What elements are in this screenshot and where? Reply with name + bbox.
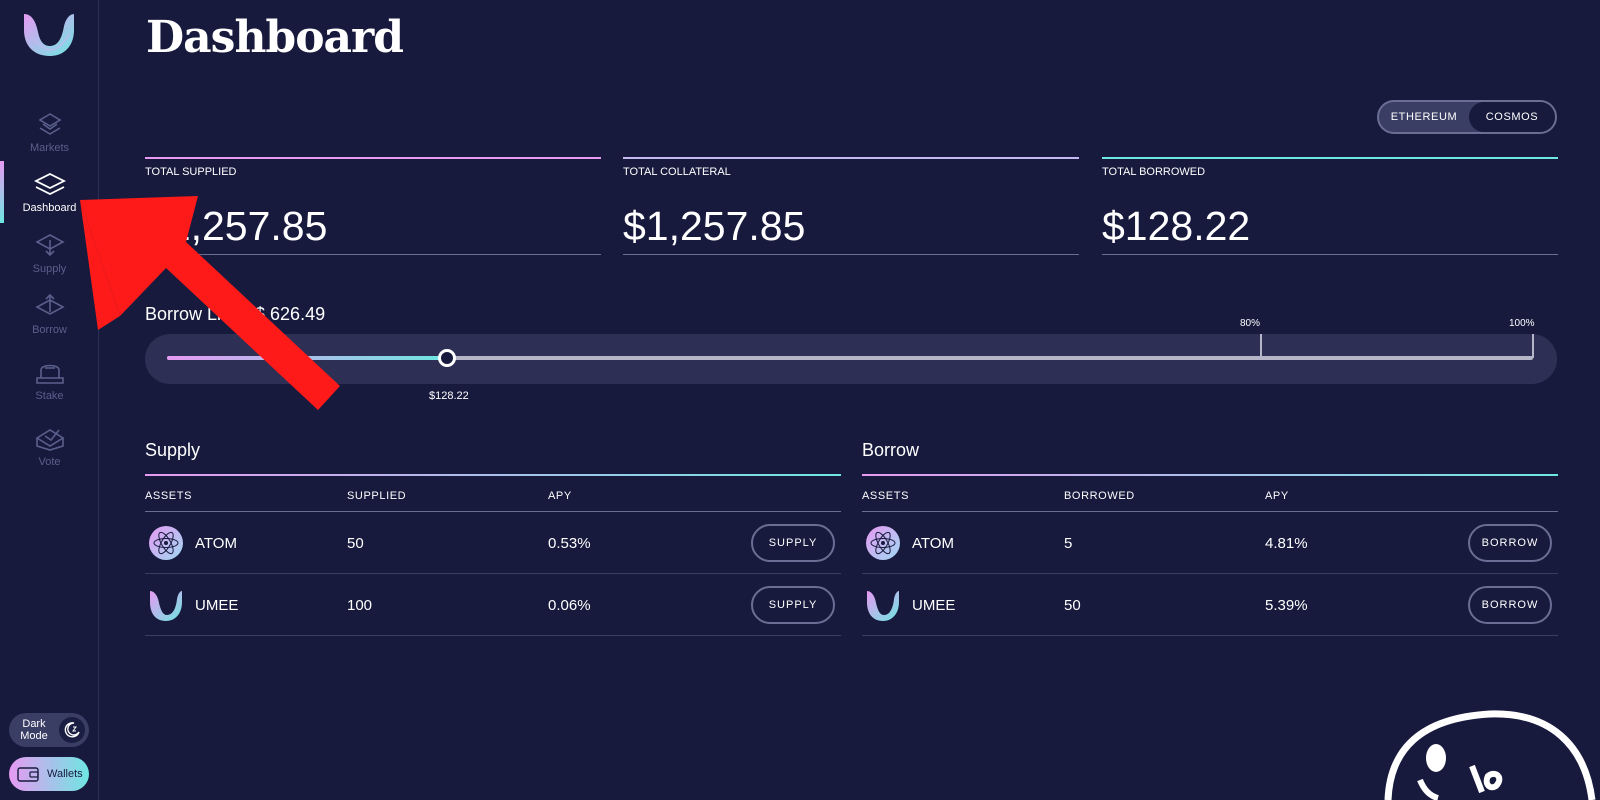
tick-100-label: 100% (1509, 318, 1535, 329)
table-row[interactable]: UMEE 100 0.06% SUPPLY (145, 574, 841, 636)
dashboard-layers-icon (33, 172, 66, 196)
borrowed-amount: 5 (1064, 535, 1073, 552)
supply-button[interactable]: SUPPLY (751, 586, 835, 624)
apy-value: 0.06% (548, 597, 591, 614)
umee-logo-icon[interactable] (24, 12, 74, 56)
supply-panel: Supply ASSETS SUPPLIED APY ATOM 50 0.53%… (145, 440, 841, 636)
network-option-ethereum[interactable]: ETHEREUM (1379, 102, 1469, 132)
network-option-cosmos[interactable]: COSMOS (1469, 102, 1555, 132)
asset-name: UMEE (912, 597, 956, 614)
table-row[interactable]: ATOM 50 0.53% SUPPLY (145, 512, 841, 574)
supplied-amount: 50 (347, 535, 364, 552)
total-borrowed-card: TOTAL BORROWED $128.22 (1102, 157, 1558, 255)
total-supplied-card: TOTAL SUPPLIED $1,257.85 (145, 157, 601, 255)
sidebar-item-label: Stake (35, 390, 64, 402)
total-collateral-value: $1,257.85 (623, 203, 806, 249)
sidebar-item-borrow[interactable]: Borrow (0, 292, 99, 352)
sidebar-item-stake[interactable]: Stake (0, 358, 99, 418)
winking-face-icon (1384, 710, 1596, 800)
wallets-button[interactable]: Wallets (9, 757, 89, 791)
table-row[interactable]: UMEE 50 5.39% BORROW (862, 574, 1558, 636)
network-toggle[interactable]: ETHEREUM COSMOS (1377, 100, 1557, 134)
borrow-current-label: $128.22 (429, 390, 469, 402)
sidebar-item-supply[interactable]: Supply (0, 231, 99, 291)
supplied-amount: 100 (347, 597, 373, 614)
wallet-icon (17, 767, 39, 782)
total-borrowed-label: TOTAL BORROWED (1102, 166, 1206, 178)
borrow-table-header: ASSETS BORROWED APY (862, 476, 1558, 512)
atom-icon (866, 526, 900, 560)
umee-token-icon (867, 591, 899, 621)
column-header-apy: APY (548, 490, 572, 502)
borrow-limit-bar (145, 334, 1557, 384)
wallets-label: Wallets (47, 768, 83, 780)
borrow-title: Borrow (862, 440, 920, 460)
total-supplied-label: TOTAL SUPPLIED (145, 166, 237, 178)
total-borrowed-value: $128.22 (1102, 203, 1251, 249)
apy-value: 4.81% (1265, 535, 1308, 552)
asset-name: UMEE (195, 597, 239, 614)
sidebar: Markets Dashboard Supply Borrow Stake Vo… (0, 0, 99, 800)
column-header-assets: ASSETS (145, 490, 193, 502)
column-header-apy: APY (1265, 490, 1289, 502)
moon-icon (59, 717, 85, 743)
dark-mode-label: Dark Mode (20, 718, 48, 742)
total-collateral-label: TOTAL COLLATERAL (623, 166, 731, 178)
sidebar-item-label: Vote (38, 456, 61, 468)
sidebar-item-dashboard[interactable]: Dashboard (0, 170, 99, 230)
sidebar-item-label: Markets (29, 142, 70, 154)
asset-name: ATOM (912, 535, 954, 552)
borrow-icon (34, 293, 65, 315)
page-title: Dashboard (146, 12, 404, 63)
markets-icon (37, 113, 62, 135)
borrow-button[interactable]: BORROW (1468, 586, 1552, 624)
sidebar-item-label: Supply (32, 263, 67, 275)
supply-table-header: ASSETS SUPPLIED APY (145, 476, 841, 512)
apy-value: 5.39% (1265, 597, 1308, 614)
atom-icon (149, 526, 183, 560)
borrow-limit-label: Borrow Limit: $ 626.49 (145, 304, 326, 324)
tick-80-label: 80% (1240, 318, 1261, 329)
total-supplied-value: $1,257.85 (145, 203, 328, 249)
total-collateral-card: TOTAL COLLATERAL $1,257.85 (623, 157, 1079, 255)
vote-icon (34, 429, 65, 451)
borrow-limit-knob[interactable] (438, 349, 457, 367)
column-header-supplied: SUPPLIED (347, 490, 407, 502)
sidebar-item-label: Borrow (32, 324, 67, 336)
asset-name: ATOM (195, 535, 237, 552)
sidebar-item-vote[interactable]: Vote (0, 424, 99, 484)
dark-mode-toggle[interactable]: Dark Mode (9, 713, 89, 747)
supply-icon (34, 234, 65, 257)
supply-title: Supply (145, 440, 201, 460)
umee-token-icon (150, 591, 182, 621)
stake-icon (35, 364, 64, 384)
column-header-borrowed: BORROWED (1064, 490, 1135, 502)
sidebar-item-markets[interactable]: Markets (0, 110, 99, 170)
borrow-limit-fill (167, 356, 448, 360)
borrowed-amount: 50 (1064, 597, 1081, 614)
table-row[interactable]: ATOM 5 4.81% BORROW (862, 512, 1558, 574)
column-header-assets: ASSETS (862, 490, 910, 502)
tick-80-marker (1260, 334, 1262, 358)
borrow-panel: Borrow ASSETS BORROWED APY ATOM 5 4.81% … (862, 440, 1558, 636)
borrow-button[interactable]: BORROW (1468, 524, 1552, 562)
supply-button[interactable]: SUPPLY (751, 524, 835, 562)
apy-value: 0.53% (548, 535, 591, 552)
sidebar-item-label: Dashboard (22, 202, 77, 214)
tick-100-marker (1532, 334, 1534, 358)
